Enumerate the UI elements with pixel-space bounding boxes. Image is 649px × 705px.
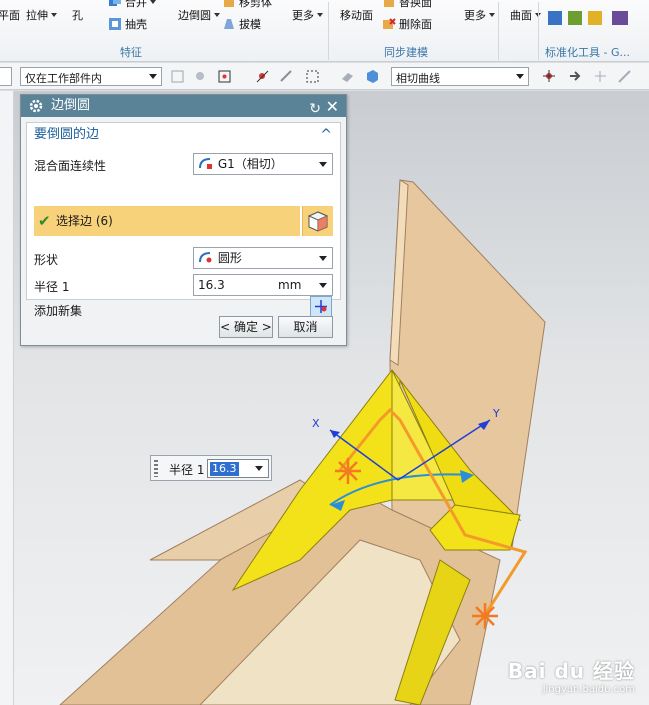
cancel-button[interactable]: 取消 <box>278 316 333 338</box>
ok-button[interactable]: < 确定 > <box>219 316 273 338</box>
ribbon-edge-blend-button[interactable]: 边倒圆 <box>178 7 220 23</box>
curve-rule-combo[interactable]: 相切曲线 <box>391 67 529 86</box>
grid-snap-icon[interactable] <box>593 69 608 84</box>
shell-icon <box>109 18 121 30</box>
drag-grip-icon[interactable] <box>154 460 158 477</box>
add-new-set-label: 添加新集 <box>34 304 83 318</box>
continuity-label: 混合面连续性 <box>34 159 107 173</box>
cube-select-icon[interactable] <box>365 69 380 84</box>
standard-tools-icons[interactable] <box>548 8 643 30</box>
ribbon-plane-button[interactable]: 平面 <box>0 7 20 23</box>
shape-select[interactable]: 圆形 <box>193 247 333 269</box>
select-edge-bar[interactable]: ✔ 选择边 (6) <box>34 206 300 236</box>
chevron-down-icon <box>150 0 156 4</box>
rect-select-icon[interactable] <box>305 69 320 84</box>
ribbon-replace-face-button[interactable]: 替换面 <box>382 0 432 10</box>
filter-icon[interactable] <box>170 69 185 84</box>
ribbon-hole-button[interactable]: 孔 <box>72 7 83 23</box>
onscreen-radius-field[interactable]: 16.3 <box>207 459 269 478</box>
chevron-down-icon[interactable] <box>255 466 263 471</box>
point-icon[interactable] <box>255 69 270 84</box>
group-label-standard-tools: 标准化工具 - G... <box>545 46 630 59</box>
snap-icon[interactable] <box>193 69 208 84</box>
dialog-title-bar[interactable]: 边倒圆 ↻ ✕ <box>21 95 346 117</box>
ribbon-shell-button[interactable]: 抽壳 <box>108 16 147 32</box>
move-body-icon <box>224 0 234 7</box>
ribbon-extrude-button[interactable]: 拉伸 <box>26 7 57 23</box>
ribbon-move-face-button[interactable]: 移动面 <box>340 7 373 23</box>
selection-toolbar: 仅在工作部件内 相切曲线 <box>0 63 649 90</box>
continuity-select[interactable]: G1（相切） <box>193 153 333 175</box>
ribbon-more-button-1[interactable]: 更多 <box>292 7 323 23</box>
edges-section: 要倒圆的边 ^ 混合面连续性 G1（相切） ✔ 选择边 (6) 形状 圆形 半径… <box>26 122 341 318</box>
ribbon-divider <box>498 2 499 60</box>
arrow-icon[interactable] <box>568 69 583 84</box>
ribbon-surface-button[interactable]: 曲面 <box>510 7 541 23</box>
onscreen-radius-value[interactable]: 16.3 <box>210 462 239 476</box>
close-icon[interactable]: ✕ <box>326 96 339 118</box>
group-label-sync-modeling: 同步建模 <box>384 46 428 59</box>
radius-unit: mm <box>278 278 302 292</box>
radius-input[interactable]: 16.3 mm <box>193 274 333 296</box>
triad-x-label: X <box>312 417 320 430</box>
draft-icon <box>224 19 234 29</box>
watermark-brand: Bai du 经验 <box>507 659 635 683</box>
radius-label: 半径 1 <box>34 280 70 294</box>
collapse-icon[interactable]: ^ <box>320 123 332 147</box>
dialog-title: 边倒圆 <box>51 98 91 113</box>
add-set-icon <box>315 300 327 313</box>
unite-icon <box>109 0 121 6</box>
chevron-down-icon <box>319 283 327 288</box>
line-icon[interactable] <box>617 69 632 84</box>
scope-combo[interactable]: 仅在工作部件内 <box>20 67 162 86</box>
ribbon-move-body-button[interactable]: 移剪体 <box>222 0 272 10</box>
ribbon-delete-face-button[interactable]: 删除面 <box>382 16 432 32</box>
cube-icon <box>307 211 329 232</box>
select-edge-cube-button[interactable] <box>302 206 333 236</box>
watermark-url: jingyan.baidu.com <box>542 684 635 695</box>
chevron-down-icon <box>319 162 327 167</box>
ribbon-more-button-2[interactable]: 更多 <box>464 7 495 23</box>
left-resource-strip <box>0 91 14 705</box>
ribbon-divider <box>538 2 539 60</box>
triad-y-label: Y <box>493 407 500 420</box>
edge-blend-dialog: 边倒圆 ↻ ✕ 要倒圆的边 ^ 混合面连续性 G1（相切） ✔ 选择边 (6) … <box>20 94 347 346</box>
onscreen-radius-label: 半径 1 <box>169 463 205 477</box>
onscreen-radius-input[interactable]: 半径 1 16.3 <box>150 455 272 481</box>
ribbon-unite-button[interactable]: 合并 <box>108 0 156 10</box>
continuity-icon <box>199 158 212 169</box>
reset-icon[interactable]: ↻ <box>309 98 321 120</box>
vector-icon[interactable] <box>279 69 294 84</box>
ribbon-divider <box>328 2 329 60</box>
face-select-icon[interactable] <box>340 69 355 84</box>
chevron-down-icon <box>51 13 57 17</box>
chevron-down-icon <box>149 74 157 79</box>
delete-face-icon <box>383 18 396 29</box>
chevron-down-icon <box>319 256 327 261</box>
shape-label: 形状 <box>34 253 59 267</box>
chevron-down-icon <box>516 74 524 79</box>
ribbon-draft-button[interactable]: 拔模 <box>222 16 261 32</box>
group-label-feature: 特征 <box>120 46 142 59</box>
point-dialog-icon[interactable] <box>542 69 557 84</box>
round-shape-icon <box>199 252 212 263</box>
section-header[interactable]: 要倒圆的边 ^ <box>27 123 340 147</box>
chevron-down-icon <box>489 13 495 17</box>
gear-icon <box>29 99 43 113</box>
ribbon: 平面 拉伸 孔 合并 抽壳 边倒圆 移剪体 拔模 更多 移动面 替换面 删除面 … <box>0 0 649 62</box>
replace-face-icon <box>384 0 394 7</box>
chevron-down-icon <box>317 13 323 17</box>
chevron-down-icon <box>214 13 220 17</box>
watermark: Bai du 经验 jingyan.baidu.com <box>508 655 635 695</box>
add-new-set-button[interactable] <box>310 296 332 317</box>
check-icon: ✔ <box>38 212 51 230</box>
point-snap-icon[interactable] <box>217 69 232 84</box>
type-filter-combo[interactable] <box>0 67 12 86</box>
